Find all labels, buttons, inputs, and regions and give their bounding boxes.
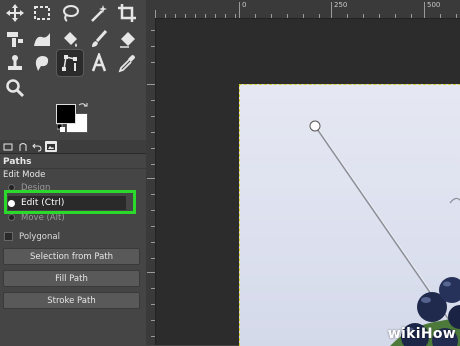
path-curve[interactable]	[449, 197, 460, 204]
ruler-ticks	[147, 30, 155, 337]
selection-from-path-button[interactable]: Selection from Path	[3, 248, 140, 265]
ruler-label: 0	[242, 1, 247, 9]
path-overlay	[309, 120, 460, 346]
tool-options-tab-icon[interactable]	[2, 141, 14, 152]
clone-stamp-icon[interactable]	[2, 50, 28, 76]
ruler-label: 500	[427, 1, 441, 9]
highlight-annotation-box	[4, 190, 136, 214]
fill-path-button[interactable]: Fill Path	[3, 270, 140, 287]
rect-select-icon[interactable]	[29, 0, 55, 26]
fuzzy-select-icon[interactable]	[86, 0, 112, 26]
transform-icon[interactable]	[2, 26, 28, 52]
paths-tool-icon[interactable]	[56, 49, 84, 77]
toolbox-panel: Paths Edit Mode Design Edit (Ctrl) Move …	[0, 0, 146, 345]
radio-button[interactable]	[8, 214, 15, 221]
horizontal-ruler[interactable]: 0 250 500	[155, 0, 460, 19]
polygonal-checkbox[interactable]	[4, 232, 13, 241]
images-tab-icon[interactable]	[45, 141, 57, 152]
warp-icon[interactable]	[29, 26, 55, 52]
wikihow-watermark: wikiHow	[387, 326, 456, 342]
eraser-icon[interactable]	[114, 26, 140, 52]
image-window: 0 250 500 wikiHow	[146, 0, 460, 346]
stroke-path-button[interactable]: Stroke Path	[3, 292, 140, 309]
ruler-corner	[146, 0, 155, 18]
panel-divider	[0, 168, 146, 169]
bucket-fill-icon[interactable]	[57, 26, 83, 52]
crop-icon[interactable]	[114, 0, 140, 26]
dock-tab-bar	[0, 140, 146, 154]
polygonal-option[interactable]: Polygonal	[4, 230, 60, 243]
image-canvas[interactable]	[239, 84, 460, 346]
edit-mode-label: Edit Mode	[3, 170, 46, 180]
swap-colors-icon[interactable]	[78, 102, 88, 112]
device-status-tab-icon[interactable]	[17, 141, 29, 152]
smudge-icon[interactable]	[29, 50, 55, 76]
ruler-label: 250	[334, 1, 348, 9]
text-tool-icon[interactable]	[86, 50, 112, 76]
reset-colors-icon[interactable]	[57, 124, 65, 132]
path-anchor-handle[interactable]	[309, 120, 321, 132]
lasso-select-icon[interactable]	[57, 0, 83, 26]
undo-history-tab-icon[interactable]	[31, 141, 43, 152]
panel-title: Paths	[3, 157, 32, 167]
foreground-color-swatch[interactable]	[56, 104, 76, 124]
paintbrush-icon[interactable]	[86, 26, 112, 52]
vertical-ruler[interactable]	[146, 18, 156, 345]
zoom-icon[interactable]	[2, 75, 28, 101]
mode-label: Move (Alt)	[21, 212, 65, 223]
polygonal-label: Polygonal	[19, 231, 60, 242]
color-picker-icon[interactable]	[114, 50, 140, 76]
ruler-ticks	[155, 2, 457, 18]
move-tool-icon[interactable]	[2, 0, 28, 26]
